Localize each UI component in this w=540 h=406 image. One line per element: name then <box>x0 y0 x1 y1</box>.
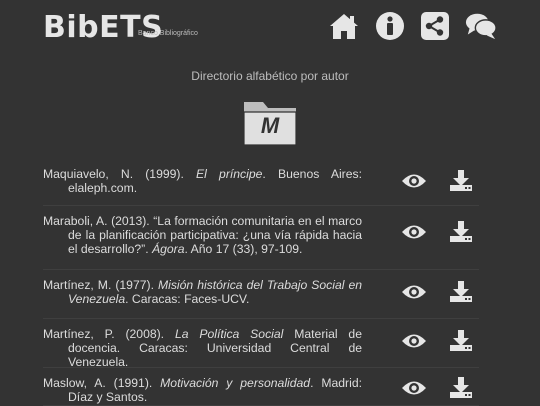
download-icon[interactable] <box>446 376 476 400</box>
entry-reference: Martínez, P. (2008). La Política Social … <box>43 327 362 369</box>
download-icon[interactable] <box>446 169 476 193</box>
entry-reference: Maraboli, A. (2013). “La formación comun… <box>43 214 362 256</box>
chat-icon[interactable] <box>465 10 497 42</box>
entry-row: Martínez, P. (2008). La Política Social … <box>43 327 479 369</box>
entry-reference: Martínez, M. (1977). Misión histórica de… <box>43 278 362 306</box>
page-title: Directorio alfabético por autor <box>191 69 349 83</box>
entry-author: Maslow, A. (1991). <box>43 376 161 390</box>
download-icon[interactable] <box>446 220 476 244</box>
entry-row: Maraboli, A. (2013). “La formación comun… <box>43 214 479 270</box>
view-icon[interactable] <box>399 280 429 304</box>
info-icon[interactable] <box>374 10 406 42</box>
entry-row: Maquiavelo, N. (1999). El príncipe. Buen… <box>43 167 479 206</box>
entry-row: Maslow, A. (1991). Motivación y personal… <box>43 376 479 406</box>
download-icon[interactable] <box>446 329 476 353</box>
entry-title: El príncipe <box>196 167 263 181</box>
view-icon[interactable] <box>399 329 429 353</box>
entry-author: Martínez, P. (2008). <box>43 327 175 341</box>
download-icon[interactable] <box>446 280 476 304</box>
home-icon[interactable] <box>328 10 360 42</box>
logo[interactable]: BibETS <box>43 10 163 45</box>
entry-title: La Política Social <box>174 327 284 341</box>
entry-publisher: . Año 17 (33), 97-109. <box>184 242 303 256</box>
entry-publisher: . Caracas: Faces-UCV. <box>125 292 250 306</box>
view-icon[interactable] <box>399 376 429 400</box>
entry-reference: Maslow, A. (1991). Motivación y personal… <box>43 376 362 404</box>
view-icon[interactable] <box>399 169 429 193</box>
entry-row: Martínez, M. (1977). Misión histórica de… <box>43 278 479 319</box>
logo-subtitle: Banco Bibliográfico <box>138 30 198 37</box>
entry-title: Ágora <box>152 242 185 256</box>
entry-author: Martínez, M. (1977). <box>43 278 158 292</box>
header: BibETS Banco Bibliográfico <box>0 0 540 56</box>
entry-title: Motivación y personalidad <box>160 376 311 390</box>
share-icon[interactable] <box>419 10 451 42</box>
entry-reference: Maquiavelo, N. (1999). El príncipe. Buen… <box>43 167 362 195</box>
view-icon[interactable] <box>399 220 429 244</box>
entry-author: Maquiavelo, N. (1999). <box>43 167 197 181</box>
folder-icon[interactable] <box>243 98 297 146</box>
